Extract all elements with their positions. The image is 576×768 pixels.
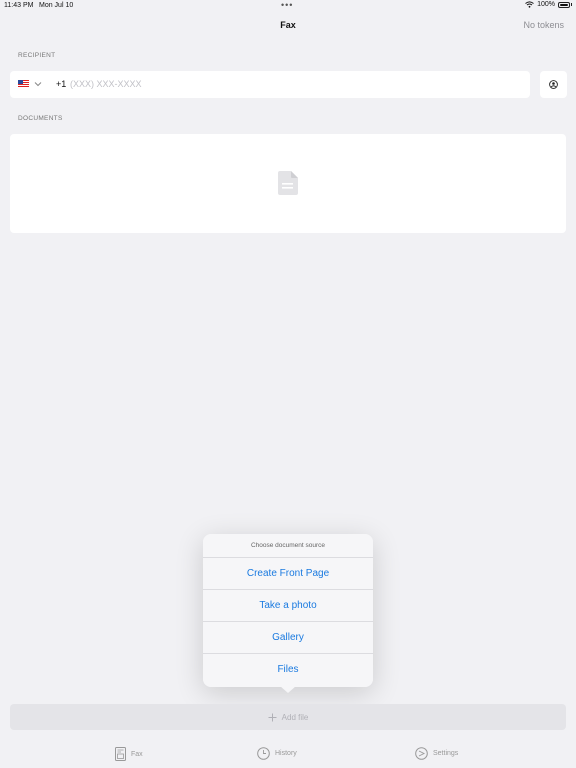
recipient-field: +1 — [10, 71, 530, 98]
tab-fax[interactable]: Fax — [115, 747, 143, 761]
battery-percent: 100% — [537, 1, 555, 8]
phone-number-input[interactable] — [70, 77, 510, 91]
contacts-button[interactable] — [540, 71, 567, 98]
recipient-section-label: RECIPIENT — [18, 52, 56, 59]
tab-bar: Fax History Settings — [0, 740, 576, 768]
documents-area[interactable] — [10, 134, 566, 233]
plus-icon — [268, 713, 277, 721]
add-file-label: Add file — [281, 712, 309, 722]
status-bar: 11:43 PM Mon Jul 10 ••• 100% — [0, 0, 576, 12]
page-title: Fax — [280, 20, 296, 30]
tab-fax-label: Fax — [131, 750, 143, 758]
tab-history-label: History — [275, 750, 297, 757]
multitasking-dots-icon[interactable]: ••• — [281, 1, 293, 10]
tab-settings[interactable]: Settings — [415, 747, 458, 760]
contact-icon — [549, 80, 558, 89]
document-source-popover: Choose document source Create Front Page… — [203, 534, 373, 687]
tokens-label[interactable]: No tokens — [523, 20, 564, 30]
us-flag-icon[interactable] — [18, 80, 29, 88]
tab-settings-label: Settings — [433, 750, 459, 757]
tab-history[interactable]: History — [257, 747, 297, 760]
popover-arrow — [280, 686, 296, 693]
gallery-option[interactable]: Gallery — [203, 622, 373, 654]
battery-icon — [558, 1, 570, 8]
take-photo-option[interactable]: Take a photo — [203, 590, 373, 622]
chevron-down-icon[interactable] — [34, 80, 42, 88]
wifi-icon — [525, 1, 534, 8]
popover-title: Choose document source — [203, 534, 373, 558]
document-icon — [278, 171, 298, 195]
status-date: Mon Jul 10 — [39, 2, 74, 9]
create-front-page-option[interactable]: Create Front Page — [203, 558, 373, 590]
status-time: 11:43 PM — [4, 2, 34, 9]
dial-code: +1 — [56, 79, 67, 89]
files-option[interactable]: Files — [203, 654, 373, 686]
fax-icon — [115, 747, 126, 761]
status-right: 100% — [525, 1, 572, 8]
documents-section-label: DOCUMENTS — [18, 115, 63, 122]
add-file-button[interactable]: Add file — [10, 704, 566, 730]
battery-tip — [571, 3, 572, 6]
settings-icon — [415, 747, 428, 760]
clock-icon — [257, 747, 270, 760]
